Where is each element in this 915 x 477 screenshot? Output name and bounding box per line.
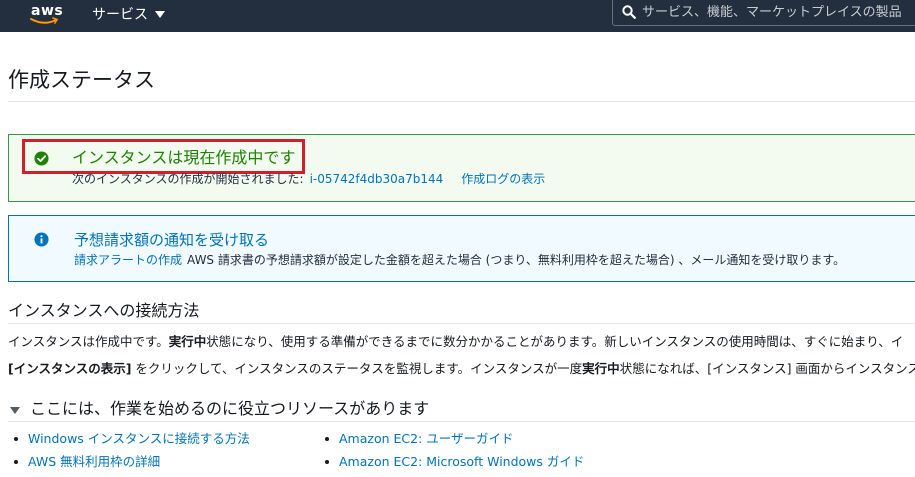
para2-text-b: 状態になれば、[インスタンス] 画面からインスタンス — [619, 361, 915, 376]
page-title: 作成ステータス — [8, 68, 155, 92]
create-billing-alarm-link[interactable]: 請求アラートの作成 — [74, 253, 182, 267]
para1-text-b: 状態になり、使用する準備ができるまでに数分かかることがあります。新しいインスタン… — [206, 334, 904, 349]
resources-divider — [8, 421, 915, 422]
resources-expander[interactable]: ここには、作業を始めるのに役立つリソースがあります — [10, 398, 429, 420]
bullet-icon — [14, 460, 18, 464]
nav-search-box[interactable] — [612, 0, 915, 26]
search-icon — [622, 5, 636, 19]
bullet-icon — [14, 437, 18, 441]
title-divider — [8, 101, 915, 102]
billing-info-alert: 予想請求額の通知を受け取る 請求アラートの作成 AWS 請求書の予想請求額が設定し… — [8, 215, 915, 282]
caret-down-icon — [155, 10, 165, 18]
list-item: Windows インスタンスに接続する方法 — [10, 431, 250, 454]
para2-running-bold: 実行中 — [582, 361, 620, 376]
caret-down-icon — [10, 406, 20, 414]
connect-paragraph-2: [インスタンスの表示] をクリックして、インスタンスのステータスを監視します。イ… — [8, 361, 915, 377]
connect-section-title: インスタンスへの接続方法 — [8, 301, 200, 320]
success-alert-body: 次のインスタンスの作成が開始されました: i-05742f4db30a7b144 作… — [72, 171, 545, 187]
connect-windows-instance-link[interactable]: Windows インスタンスに接続する方法 — [28, 431, 250, 446]
services-menu-button[interactable]: サービス — [92, 4, 165, 24]
connect-section-divider — [8, 323, 915, 324]
info-circle-icon — [34, 232, 49, 247]
aws-smile-icon — [30, 17, 59, 24]
para2-view-instances-bold: [インスタンスの表示] — [8, 361, 132, 376]
success-alert-heading: インスタンスは現在作成中です — [72, 148, 296, 167]
resources-list-right: Amazon EC2: ユーザーガイド Amazon EC2: Microsof… — [321, 431, 584, 477]
success-alert-prefix: 次のインスタンスの作成が開始されました: — [72, 172, 304, 186]
success-alert: インスタンスは現在作成中です 次のインスタンスの作成が開始されました: i-057… — [8, 134, 915, 202]
billing-info-body: 請求アラートの作成 AWS 請求書の予想請求額が設定した金額を超えた場合 (つまり… — [74, 252, 845, 268]
view-launch-log-link[interactable]: 作成ログの表示 — [461, 172, 545, 186]
top-nav-bar: aws サービス — [0, 0, 915, 32]
instance-id-link[interactable]: i-05742f4db30a7b144 — [310, 172, 444, 186]
search-input[interactable] — [642, 4, 902, 20]
services-menu-label: サービス — [92, 7, 148, 23]
billing-info-heading: 予想請求額の通知を受け取る — [74, 231, 270, 249]
para2-text-a: をクリックして、インスタンスのステータスを監視します。インスタンスが一度 — [131, 361, 583, 376]
bullet-icon — [325, 460, 329, 464]
ec2-windows-guide-link[interactable]: Amazon EC2: Microsoft Windows ガイド — [339, 454, 584, 469]
free-tier-details-link[interactable]: AWS 無料利用枠の詳細 — [28, 454, 160, 469]
resources-expander-label: ここには、作業を始めるのに役立つリソースがあります — [30, 399, 430, 418]
resources-list-left: Windows インスタンスに接続する方法 AWS 無料利用枠の詳細 — [10, 431, 250, 477]
ec2-user-guide-link[interactable]: Amazon EC2: ユーザーガイド — [339, 431, 514, 446]
list-item: Amazon EC2: ユーザーガイド — [321, 431, 584, 454]
aws-logo[interactable]: aws — [28, 2, 64, 28]
bullet-icon — [325, 437, 329, 441]
para1-running-bold: 実行中 — [168, 334, 207, 349]
para1-text-a: インスタンスは作成中です。 — [8, 334, 169, 349]
connect-paragraph-1: インスタンスは作成中です。実行中状態になり、使用する準備ができるまでに数分かかる… — [8, 334, 903, 350]
billing-info-text: AWS 請求書の予想請求額が設定した金額を超えた場合 (つまり、無料利用枠を超え… — [187, 253, 846, 267]
